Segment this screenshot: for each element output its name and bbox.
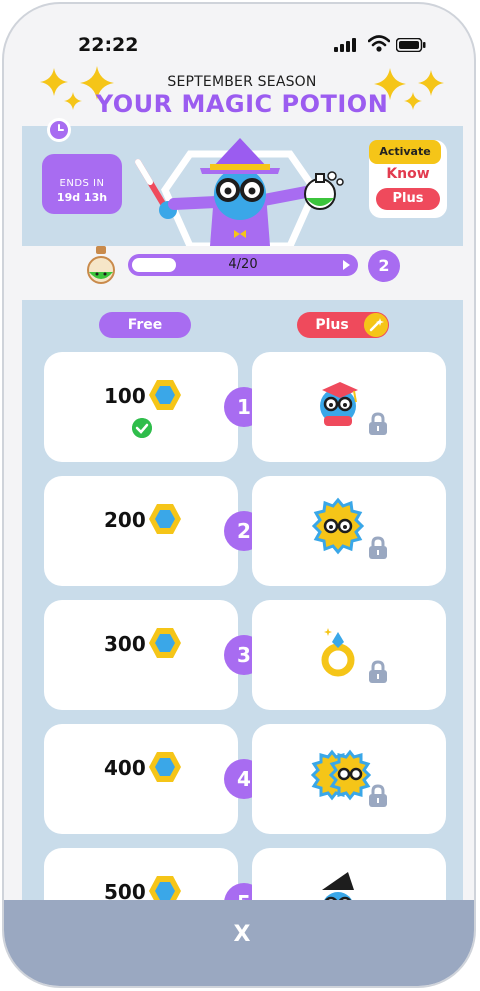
magic-ring-icon — [308, 620, 368, 684]
gem-icon — [148, 378, 182, 416]
battery-icon — [396, 38, 426, 52]
lock-icon — [368, 536, 388, 564]
bottom-bar: X — [4, 900, 474, 986]
plus-column-label: Plus — [315, 317, 349, 333]
plus-button[interactable]: Plus — [376, 188, 440, 210]
arrow-right-icon — [343, 260, 350, 270]
coin-amount: 300 — [104, 632, 146, 656]
coin-amount: 100 — [104, 384, 146, 408]
progress-text: 4/20 — [228, 257, 258, 272]
page-title: YOUR MAGIC POTION — [95, 90, 389, 118]
free-column-header: Free — [99, 312, 191, 338]
gem-icon — [148, 626, 182, 664]
plus-reward-card[interactable] — [252, 724, 446, 834]
plus-reward-card[interactable] — [252, 352, 446, 462]
close-button[interactable]: X — [4, 922, 474, 947]
wifi-icon — [368, 35, 390, 52]
current-level-badge: 2 — [368, 250, 400, 282]
season-banner: ENDS IN 19d 13h Activate Know Plus — [22, 118, 463, 246]
wizard-mascot-icon — [135, 138, 344, 246]
free-reward-card[interactable]: 100 — [44, 352, 238, 462]
season-label: SEPTEMBER SEASON — [167, 74, 317, 90]
gem-icon — [148, 750, 182, 788]
ends-in-value: 19d 13h — [56, 191, 108, 204]
lock-icon — [368, 660, 388, 688]
signal-icon — [334, 38, 356, 52]
phone-frame: 22:22 SEPTEMBER SEASON YOUR MAGIC POTION… — [2, 2, 476, 988]
reward-track[interactable]: Free Plus 10012002300340045005 — [22, 300, 463, 958]
lock-icon — [368, 784, 388, 812]
gem-icon — [148, 502, 182, 540]
check-icon — [132, 418, 152, 438]
ends-in-badge: ENDS IN 19d 13h — [42, 154, 122, 214]
coin-amount: 400 — [104, 756, 146, 780]
coin-amount: 200 — [104, 508, 146, 532]
status-time: 22:22 — [78, 34, 139, 56]
lock-icon — [368, 412, 388, 440]
sun-avatar-icon — [308, 496, 368, 560]
plus-reward-card[interactable] — [252, 476, 446, 586]
season-progress-bar: 4/20 — [128, 254, 358, 276]
free-reward-card[interactable]: 400 — [44, 724, 238, 834]
progress-row: 4/20 2 — [22, 246, 463, 298]
wand-icon — [364, 313, 388, 337]
clock-icon — [47, 118, 71, 142]
free-reward-card[interactable]: 200 — [44, 476, 238, 586]
free-reward-card[interactable]: 300 — [44, 600, 238, 710]
potion-icon — [87, 246, 115, 284]
activate-button[interactable]: Activate — [369, 140, 441, 164]
wizard-grad-avatar-icon — [308, 372, 368, 436]
know-label: Know — [386, 166, 430, 182]
plus-reward-card[interactable] — [252, 600, 446, 710]
ends-in-label: ENDS IN — [59, 178, 105, 189]
